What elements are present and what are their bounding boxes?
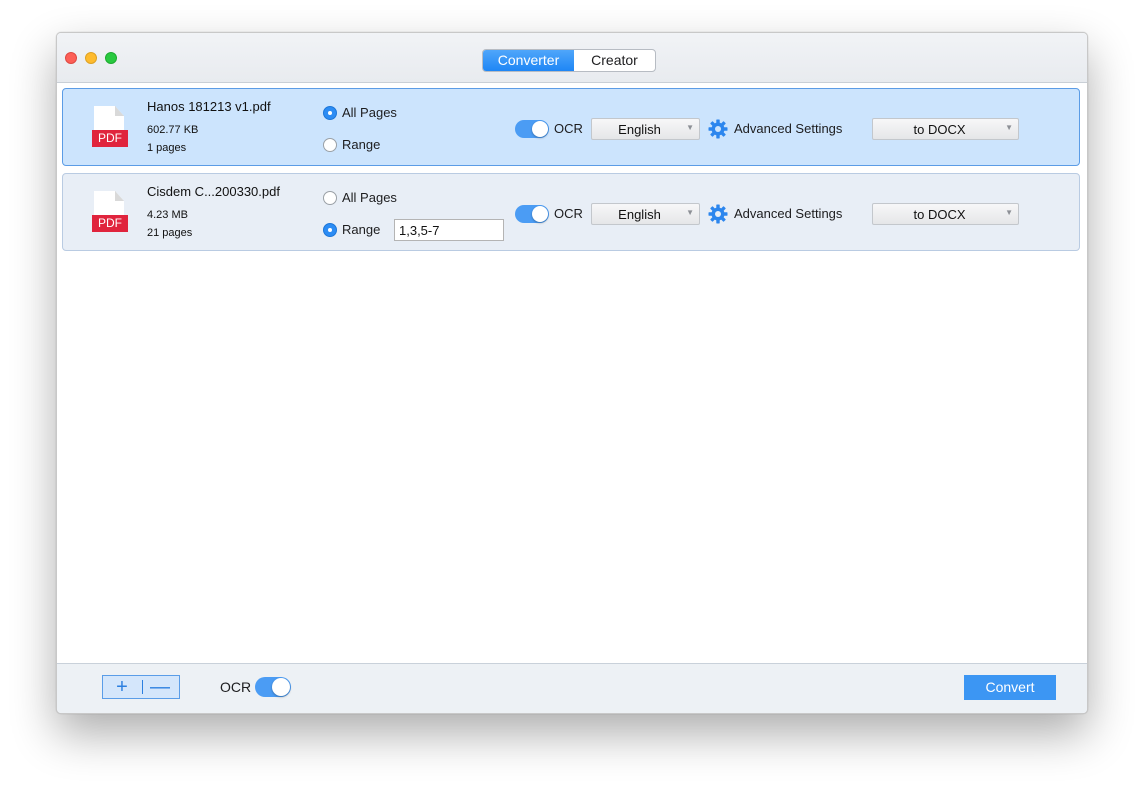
- app-window: Converter Creator PDF Hanos 181213 v1.pd…: [56, 32, 1088, 714]
- range-radio[interactable]: [323, 138, 337, 152]
- file-size: 602.77 KB: [147, 124, 199, 136]
- all-pages-radio[interactable]: [323, 191, 337, 205]
- page-range-input[interactable]: 1,3,5-7: [394, 219, 504, 241]
- add-remove-control: + —: [102, 675, 180, 699]
- file-size: 4.23 MB: [147, 209, 188, 221]
- pdf-file-icon: PDF: [92, 106, 128, 150]
- chevron-down-icon: ▼: [686, 208, 694, 217]
- tab-converter[interactable]: Converter: [483, 50, 574, 71]
- add-file-button[interactable]: +: [103, 676, 141, 698]
- range-label: Range: [342, 137, 381, 152]
- chevron-down-icon: ▼: [686, 123, 694, 132]
- mode-segmented-control: Converter Creator: [482, 49, 656, 72]
- chevron-down-icon: ▼: [1005, 123, 1013, 132]
- minimize-window-button[interactable]: [85, 52, 97, 64]
- advanced-settings-link[interactable]: Advanced Settings: [734, 206, 842, 221]
- advanced-settings-link[interactable]: Advanced Settings: [734, 121, 842, 136]
- file-name: Cisdem C...200330.pdf: [147, 184, 280, 199]
- title-bar: Converter Creator: [57, 33, 1087, 83]
- zoom-window-button[interactable]: [105, 52, 117, 64]
- all-pages-label: All Pages: [342, 190, 397, 205]
- file-row[interactable]: PDF Cisdem C...200330.pdf 4.23 MB 21 pag…: [62, 173, 1080, 251]
- divider: [142, 680, 143, 694]
- file-name: Hanos 181213 v1.pdf: [147, 99, 271, 114]
- ocr-label: OCR: [554, 206, 583, 221]
- all-pages-radio[interactable]: [323, 106, 337, 120]
- close-window-button[interactable]: [65, 52, 77, 64]
- file-page-count: 21 pages: [147, 227, 193, 239]
- tab-creator[interactable]: Creator: [574, 50, 655, 71]
- range-radio[interactable]: [323, 223, 337, 237]
- range-label: Range: [342, 222, 381, 237]
- language-dropdown[interactable]: English ▼: [591, 118, 700, 140]
- file-page-count: 1 pages: [147, 142, 187, 154]
- language-dropdown[interactable]: English ▼: [591, 203, 700, 225]
- ocr-toggle[interactable]: [515, 120, 549, 138]
- ocr-toggle[interactable]: [515, 205, 549, 223]
- remove-file-button[interactable]: —: [141, 676, 179, 698]
- pdf-file-icon: PDF: [92, 191, 128, 235]
- file-row[interactable]: PDF Hanos 181213 v1.pdf 602.77 KB 1 page…: [62, 88, 1080, 166]
- global-ocr-label: OCR: [220, 679, 252, 695]
- ocr-label: OCR: [554, 121, 583, 136]
- global-ocr-toggle[interactable]: [255, 677, 291, 697]
- convert-button[interactable]: Convert: [964, 675, 1056, 700]
- gear-icon[interactable]: [708, 204, 728, 224]
- output-format-dropdown[interactable]: to DOCX ▼: [872, 203, 1019, 225]
- all-pages-label: All Pages: [342, 105, 397, 120]
- gear-icon[interactable]: [708, 119, 728, 139]
- file-list: PDF Hanos 181213 v1.pdf 602.77 KB 1 page…: [57, 83, 1087, 663]
- bottom-toolbar: + — OCR Convert: [57, 663, 1087, 713]
- output-format-dropdown[interactable]: to DOCX ▼: [872, 118, 1019, 140]
- chevron-down-icon: ▼: [1005, 208, 1013, 217]
